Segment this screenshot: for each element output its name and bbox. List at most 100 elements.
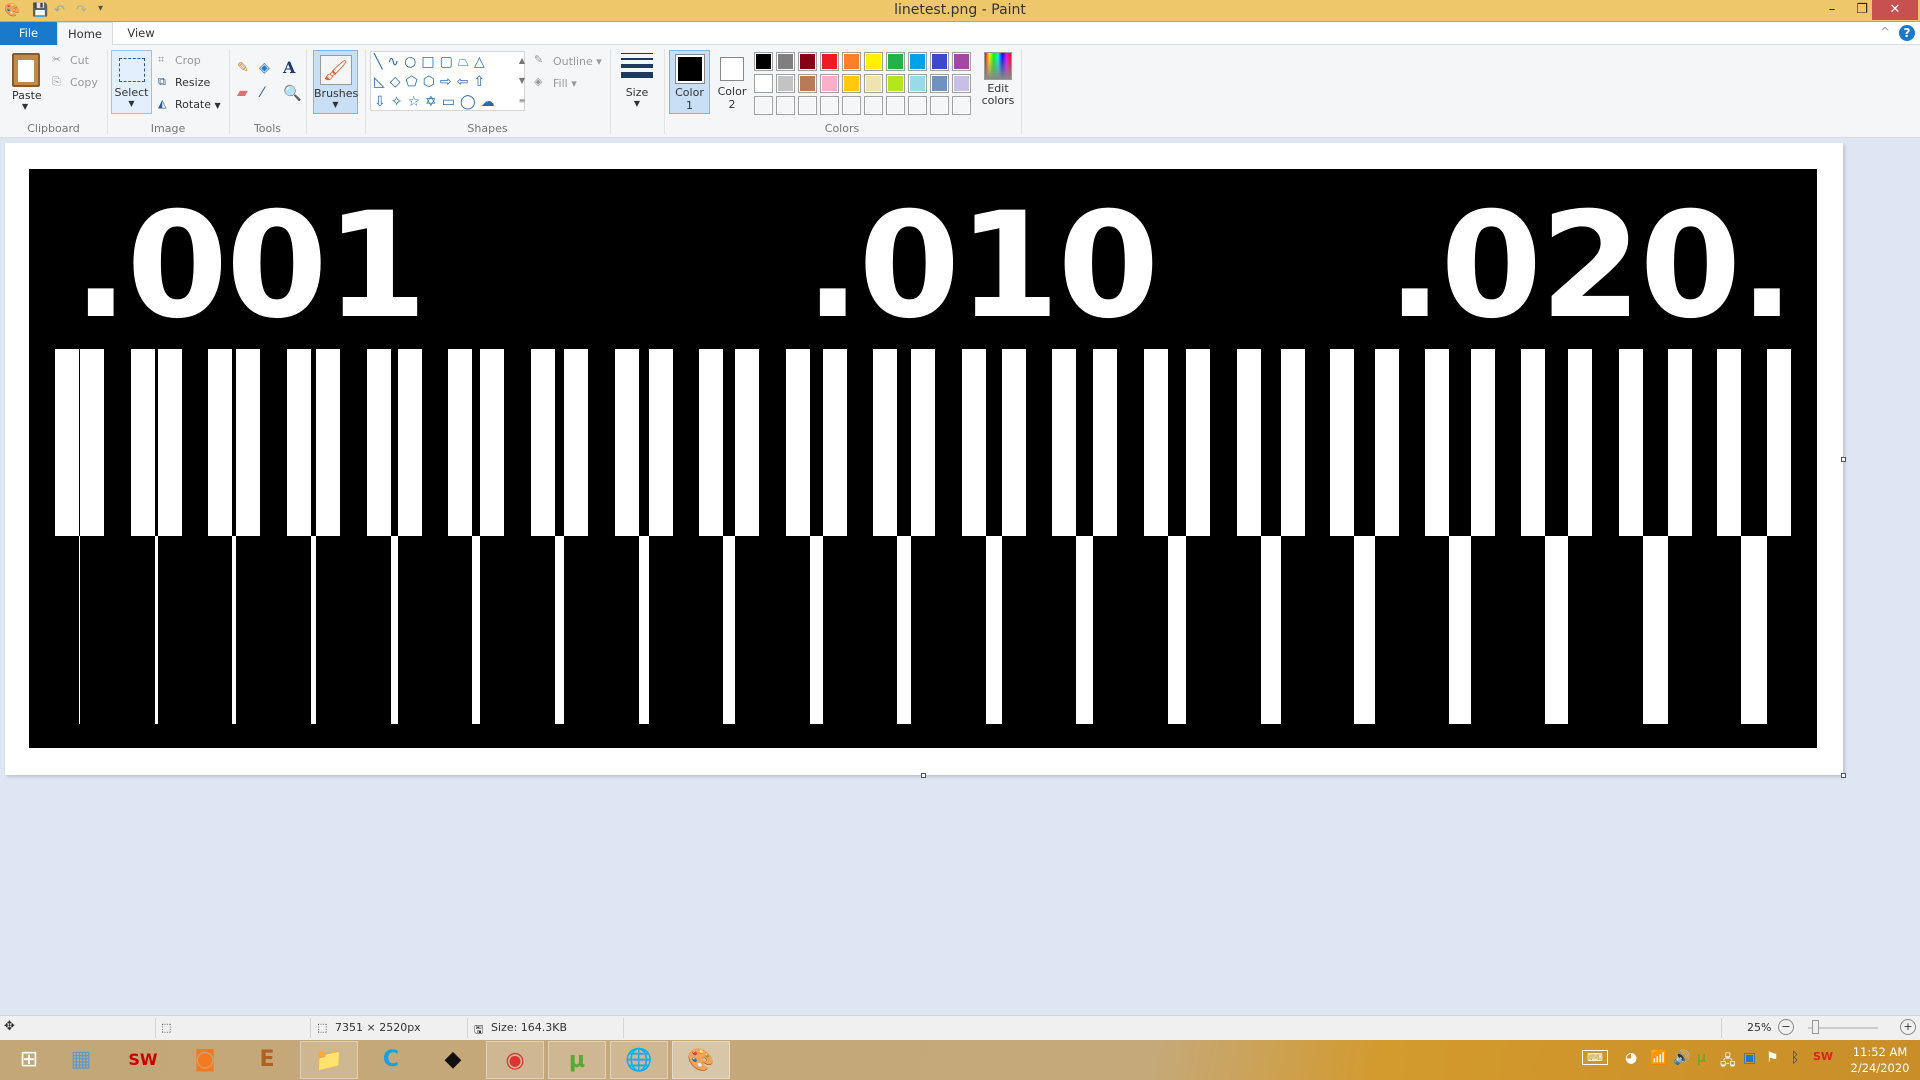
inkscape-icon[interactable]: ◆ [424, 1041, 482, 1079]
color-swatch[interactable] [776, 52, 795, 71]
tray-app-icon[interactable]: ▣ [1743, 1050, 1756, 1066]
eraser-icon[interactable]: ▰ [237, 85, 248, 101]
paste-icon[interactable] [12, 53, 40, 87]
shapes-scroll[interactable]: ▲ ▼ ≡ [517, 51, 527, 111]
shapes-row: ⇩✧☆✡▭◯☁ [374, 94, 500, 110]
touch-keyboard-icon[interactable]: ⌨ [1582, 1050, 1608, 1065]
color-swatch[interactable] [908, 52, 927, 71]
chrome-icon[interactable]: ◉ [486, 1041, 544, 1079]
text-tool-icon[interactable]: A [283, 58, 295, 77]
utorrent-tray-icon[interactable]: µ [1697, 1050, 1706, 1066]
size-label: Size [625, 86, 649, 99]
custom-color-slot[interactable] [864, 96, 883, 115]
pencil-icon[interactable]: ✎ [237, 60, 249, 76]
pair-left-bar [1619, 349, 1643, 536]
color-swatch[interactable] [952, 52, 971, 71]
resize-button[interactable]: Resize [175, 76, 210, 89]
fill-bucket-icon[interactable]: ◈ [259, 60, 270, 76]
zoom-slider-thumb[interactable] [1812, 1020, 1820, 1034]
color-swatch[interactable] [798, 52, 817, 71]
size-button[interactable]: Size ▼ [618, 51, 656, 115]
drawing-canvas[interactable]: .001 .010 .020. [5, 143, 1843, 775]
solidworks-tray-icon[interactable]: SW [1813, 1050, 1833, 1063]
edit-colors-button[interactable]: Edit colors [976, 50, 1020, 114]
utorrent-icon[interactable]: µ [548, 1041, 606, 1079]
network-adapter-icon[interactable]: 🖧 [1720, 1050, 1736, 1074]
color-swatch[interactable] [930, 74, 949, 93]
color-swatch[interactable] [864, 52, 883, 71]
resize-handle-right[interactable] [1841, 457, 1846, 462]
outline-button[interactable]: Outline ▾ [553, 55, 602, 68]
color-swatch[interactable] [798, 74, 817, 93]
network-icon[interactable]: 📶 [1650, 1050, 1667, 1066]
app-c-icon[interactable]: C [362, 1041, 420, 1079]
color-swatch[interactable] [842, 52, 861, 71]
calculator-icon[interactable]: ▦ [52, 1041, 110, 1079]
color-swatch[interactable] [820, 52, 839, 71]
custom-color-slot[interactable] [820, 96, 839, 115]
color-swatch[interactable] [886, 52, 905, 71]
color-swatch[interactable] [908, 74, 927, 93]
pair-right-bar [823, 349, 847, 536]
tab-home[interactable]: Home [57, 22, 113, 46]
paste-dropdown-icon[interactable]: ▼ [22, 102, 28, 111]
color1-button[interactable]: Color 1 [669, 50, 710, 114]
custom-color-slot[interactable] [798, 96, 817, 115]
zoom-out-button[interactable]: − [1778, 1019, 1794, 1035]
custom-color-slot[interactable] [886, 96, 905, 115]
crop-button[interactable]: Crop [175, 54, 201, 67]
volume-icon[interactable]: 🔊 [1673, 1050, 1690, 1066]
app-e-icon[interactable]: E [238, 1041, 296, 1079]
rotate-button[interactable]: Rotate ▼ [175, 98, 221, 111]
start-button[interactable]: ⊞ [0, 1041, 58, 1079]
action-center-icon[interactable]: ⚑ [1766, 1050, 1779, 1066]
clock-time: 11:52 AM [1852, 1045, 1908, 1059]
resize-handle-bottom[interactable] [921, 773, 926, 778]
paint-taskbar-icon[interactable]: 🎨 [672, 1041, 730, 1079]
color-swatch[interactable] [754, 74, 773, 93]
custom-color-slot[interactable] [754, 96, 773, 115]
color-swatch[interactable] [930, 52, 949, 71]
custom-color-slot[interactable] [908, 96, 927, 115]
solidworks-icon[interactable]: SW [114, 1041, 172, 1079]
file-explorer-icon[interactable]: 📁 [300, 1041, 358, 1079]
tab-view[interactable]: View [116, 22, 166, 45]
select-button[interactable]: Select ▼ [111, 50, 152, 114]
color-swatch[interactable] [842, 74, 861, 93]
close-button[interactable]: ✕ [1872, 0, 1918, 20]
collapse-ribbon-icon[interactable]: ^ [1880, 25, 1890, 39]
color-swatch[interactable] [754, 52, 773, 71]
pair-right-bar [564, 349, 589, 536]
line-test-image[interactable]: .001 .010 .020. [29, 169, 1817, 748]
shapes-row: ╲∿○□▢⏢△ [374, 54, 490, 70]
resize-handle-corner[interactable] [1841, 773, 1846, 778]
color-swatch[interactable] [776, 74, 795, 93]
color-swatch[interactable] [886, 74, 905, 93]
cut-button[interactable]: Cut [70, 54, 89, 67]
brushes-button[interactable]: 🖌 Brushes ▼ [313, 50, 358, 114]
color-swatch[interactable] [952, 74, 971, 93]
foxit-pdf-icon[interactable]: ◙ [176, 1041, 234, 1079]
custom-color-slot[interactable] [776, 96, 795, 115]
magnifier-icon[interactable]: 🔍 [283, 84, 302, 102]
clock[interactable]: 11:52 AM 2/24/2020 [1845, 1044, 1915, 1076]
select-label: Select [114, 86, 149, 99]
custom-color-slot[interactable] [952, 96, 971, 115]
idm-icon[interactable]: 🌐 [610, 1041, 668, 1079]
idm-tray-icon[interactable]: ◕ [1625, 1050, 1637, 1066]
help-icon[interactable]: ? [1899, 25, 1915, 41]
copy-button[interactable]: Copy [70, 76, 98, 89]
paste-button[interactable]: Paste [12, 89, 42, 102]
shapes-gallery[interactable]: ╲∿○□▢⏢△ ◺◇⬠⬡⇨⇦⇧ ⇩✧☆✡▭◯☁ [370, 51, 525, 111]
color-picker-icon[interactable]: ⁄ [261, 85, 263, 101]
color2-button[interactable]: Color 2 [713, 50, 751, 114]
color-swatch[interactable] [820, 74, 839, 93]
custom-color-slot[interactable] [842, 96, 861, 115]
bluetooth-icon[interactable]: ᛒ [1791, 1050, 1799, 1066]
color-swatch[interactable] [864, 74, 883, 93]
custom-color-slot[interactable] [930, 96, 949, 115]
test-line [1168, 536, 1187, 724]
zoom-in-button[interactable]: + [1900, 1019, 1916, 1035]
tab-file[interactable]: File [0, 22, 57, 45]
fill-button[interactable]: Fill ▾ [553, 77, 577, 90]
